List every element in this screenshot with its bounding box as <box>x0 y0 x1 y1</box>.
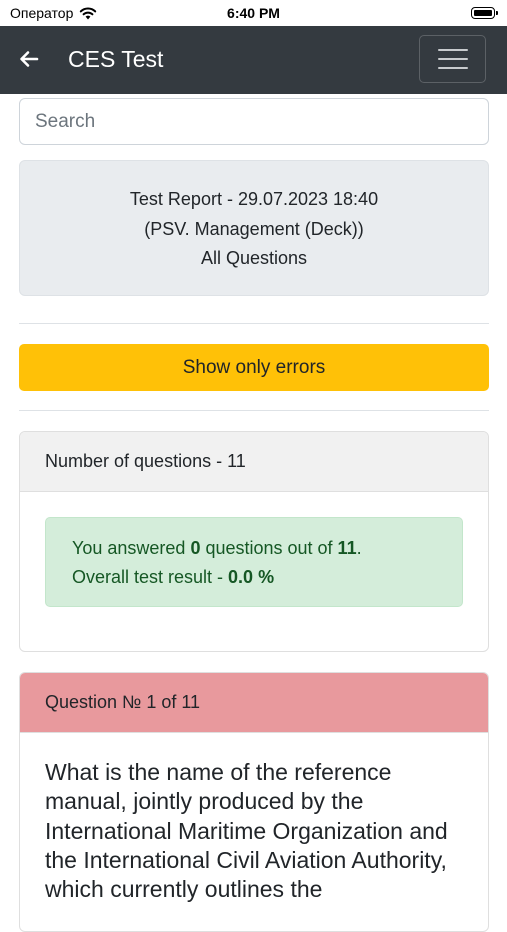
answered-suffix: . <box>356 538 362 558</box>
battery-icon <box>471 7 498 19</box>
menu-bar <box>437 67 468 69</box>
summary-card: Number of questions - 11 You answered 0 … <box>19 431 489 652</box>
report-title: Test Report - 29.07.2023 18:40 <box>129 189 379 209</box>
question-text: What is the name of the reference manual… <box>45 759 448 903</box>
arrow-left-icon[interactable] <box>18 48 40 70</box>
result-value: 0.0 % <box>228 567 275 587</box>
report-scope: All Questions <box>200 248 308 268</box>
report-category: (PSV. Management (Deck)) <box>144 218 364 239</box>
result-line: Overall test result - 0.0 % <box>72 563 462 592</box>
answered-line: You answered 0 questions out of 11. <box>72 534 462 563</box>
status-bar: Оператор 6:40 PM <box>0 0 507 26</box>
menu-bar <box>437 49 468 51</box>
question-card: Question № 1 of 11 What is the name of t… <box>19 672 489 932</box>
menu-bar <box>437 58 468 60</box>
answered-middle: questions out of <box>200 538 338 558</box>
show-only-errors-button[interactable]: Show only errors <box>19 344 489 391</box>
result-prefix: Overall test result - <box>72 567 229 587</box>
question-header: Question № 1 of 11 <box>20 673 488 733</box>
status-time: 6:40 PM <box>227 5 280 21</box>
test-report-panel: Test Report - 29.07.2023 18:40 (PSV. Man… <box>19 160 489 296</box>
answered-prefix: You answered <box>72 538 191 558</box>
divider <box>19 323 489 324</box>
hamburger-menu-button[interactable] <box>419 35 486 83</box>
page-title: CES Test <box>68 46 164 72</box>
result-alert: You answered 0 questions out of 11. Over… <box>45 517 463 607</box>
divider <box>19 410 489 411</box>
search-input[interactable] <box>19 98 489 145</box>
answered-count: 0 <box>190 538 201 558</box>
summary-header: Number of questions - 11 <box>20 432 488 492</box>
total-count: 11 <box>337 538 357 558</box>
top-navbar: CES Test <box>0 26 507 94</box>
